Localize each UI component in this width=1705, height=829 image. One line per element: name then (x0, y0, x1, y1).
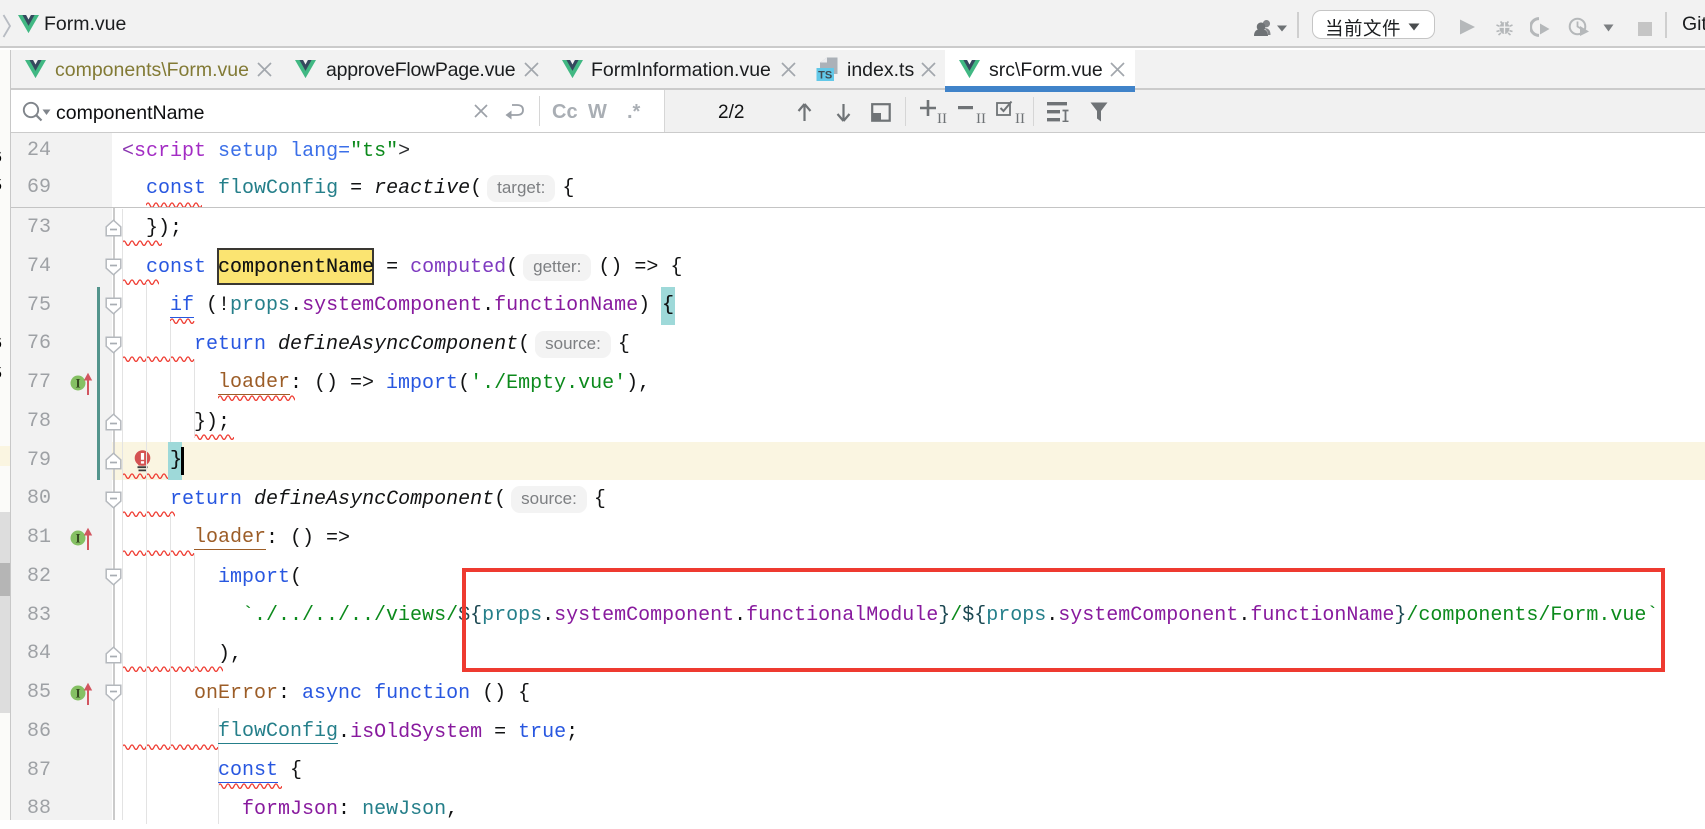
svg-text:II: II (1015, 112, 1025, 124)
svg-text:II: II (937, 112, 947, 124)
svg-text:I: I (75, 376, 80, 391)
svg-text:I: I (75, 686, 80, 701)
svg-text:II: II (976, 112, 986, 124)
svg-text:I: I (75, 531, 80, 546)
svg-text:TS: TS (818, 70, 832, 82)
